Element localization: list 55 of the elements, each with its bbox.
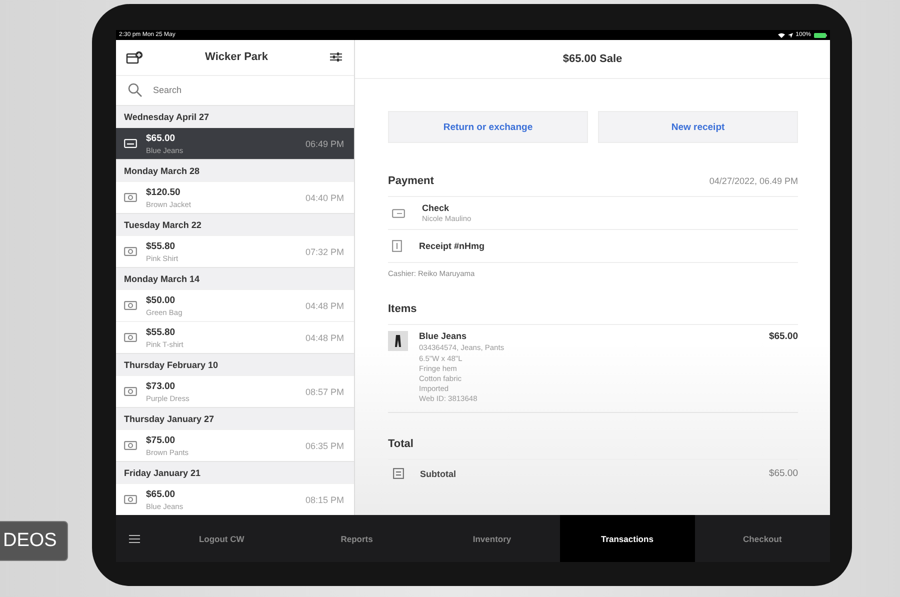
transaction-time: 08:15 PM [305, 494, 344, 504]
wifi-icon [778, 32, 785, 38]
list-icon [393, 468, 404, 479]
transaction-amount: $120.50 [146, 186, 182, 198]
search-field[interactable]: Search [151, 84, 342, 96]
payment-title: Receipt #nHmg [419, 241, 485, 251]
transaction-amount: $65.00 [146, 132, 176, 144]
action-button[interactable]: New receipt [598, 111, 798, 143]
jeans-thumbnail-icon [388, 331, 408, 351]
transaction-amount: $65.00 [146, 488, 176, 500]
cash-icon [124, 387, 137, 396]
cash-icon [124, 495, 137, 504]
nav-tab[interactable]: Reports [289, 515, 424, 562]
menu-icon[interactable] [129, 534, 140, 542]
location-title: Wicker Park [205, 51, 268, 64]
subtotal-label: Subtotal [420, 468, 457, 478]
cash-icon [124, 301, 137, 310]
payment-title: Check [422, 203, 450, 213]
transaction-amount: $50.00 [146, 294, 176, 306]
nav-tab[interactable]: Checkout [694, 515, 830, 562]
card-icon [124, 139, 137, 148]
transaction-time: 04:40 PM [305, 192, 344, 202]
cash-icon [124, 193, 137, 202]
transaction-amount: $55.80 [146, 240, 176, 252]
transaction-time: 07:32 PM [305, 246, 344, 256]
location-icon [788, 32, 793, 38]
nav-tab[interactable]: Logout CW [154, 515, 290, 562]
add-register-icon[interactable] [126, 50, 143, 64]
nav-tab[interactable]: Inventory [424, 515, 560, 562]
payment-date: 04/27/2022, 06.49 PM [709, 176, 798, 186]
action-button[interactable]: Return or exchange [388, 111, 588, 143]
transaction-time: 04:48 PM [305, 332, 344, 342]
cash-icon [124, 441, 137, 450]
search-icon [128, 83, 142, 98]
section-heading: Payment [388, 175, 434, 187]
transaction-amount: $75.00 [146, 434, 176, 446]
filter-icon[interactable] [330, 52, 342, 62]
transaction-amount: $55.80 [146, 326, 176, 338]
nav-tab[interactable]: Transactions [560, 515, 695, 562]
transaction-amount: $73.00 [146, 380, 176, 392]
cash-icon [124, 247, 137, 256]
section-heading: Items [388, 303, 417, 315]
transaction-time: 08:57 PM [305, 386, 344, 396]
transaction-time: 06:35 PM [305, 440, 344, 450]
cash-icon [124, 333, 137, 342]
videos-badge[interactable]: DEOS [0, 521, 68, 561]
battery-icon [814, 32, 827, 38]
transaction-time: 04:48 PM [305, 300, 344, 310]
item-name: Blue Jeans [419, 331, 468, 341]
check-icon [392, 208, 405, 218]
receipt-icon [392, 240, 402, 252]
subtotal-value: $65.00 [768, 468, 798, 479]
section-heading: Total [388, 438, 414, 450]
item-price: $65.00 [768, 331, 798, 342]
transaction-time: 06:49 PM [305, 138, 344, 148]
